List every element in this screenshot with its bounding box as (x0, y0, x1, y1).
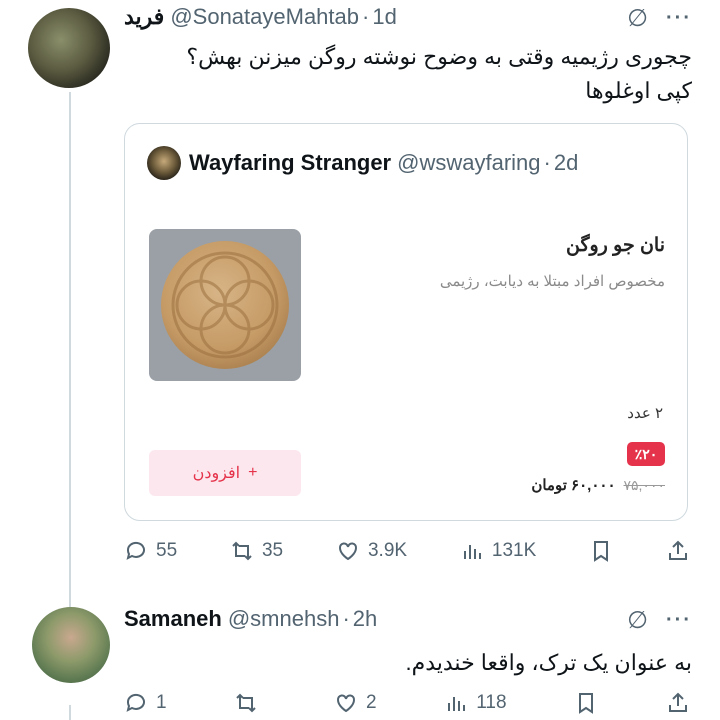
tweet-actions: 55 35 3.9K 131K (124, 536, 690, 566)
retweet-icon (232, 541, 252, 561)
timestamp[interactable]: 1d (372, 4, 396, 30)
views-count: 131K (491, 540, 537, 561)
display-name[interactable]: Samaneh (124, 606, 222, 632)
product-image (149, 229, 301, 381)
timestamp[interactable]: 2h (353, 606, 377, 632)
tweet-header: فرید @SonatayeMahtab · 1d (124, 2, 397, 32)
retweet-icon (236, 693, 256, 713)
more-options-icon[interactable]: ··· (666, 7, 692, 30)
timestamp: 2d (553, 150, 579, 175)
reply-icon (126, 693, 145, 712)
bookmark-icon (579, 693, 594, 714)
views-chart-icon (448, 697, 466, 711)
grok-icon[interactable]: ∅ (627, 4, 648, 33)
bookmark-button[interactable] (589, 539, 613, 563)
reply-button[interactable]: 55 (124, 539, 177, 563)
views-button[interactable]: 118 (444, 691, 507, 715)
heart-icon (336, 694, 355, 713)
reply-icon (126, 541, 145, 560)
heart-icon (338, 542, 357, 561)
bookmark-button[interactable] (574, 691, 598, 715)
grok-icon[interactable]: ∅ (627, 606, 648, 635)
discount-badge: ٪۲۰ (627, 442, 665, 466)
bread-picture (161, 241, 289, 369)
old-price: ۷۵,۰۰۰ (623, 476, 666, 493)
display-name[interactable]: فرید (124, 4, 164, 30)
tweet-actions: 1 2 118 (124, 688, 690, 718)
views-chart-icon (463, 545, 481, 559)
share-icon (668, 540, 687, 560)
product-description: مخصوص افراد مبتلا به دیابت، رژیمی (439, 273, 665, 290)
display-name: Wayfaring Stranger (189, 150, 392, 175)
product-title: نان جو روگن (565, 235, 665, 256)
views-button[interactable]: 131K (460, 539, 536, 563)
share-button[interactable] (666, 691, 690, 715)
add-button-label: افزودن (192, 465, 241, 482)
views-count: 118 (476, 692, 507, 713)
reply-count: 1 (156, 692, 167, 713)
quoted-tweet-header: Wayfaring Stranger @wswayfaring · 2d (147, 146, 578, 180)
reply-button[interactable]: 1 (124, 691, 167, 715)
bookmark-icon (594, 541, 609, 562)
avatar[interactable] (28, 8, 110, 88)
thread-line (69, 92, 71, 627)
bread-pattern-icon (171, 251, 279, 359)
like-count: 3.9K (367, 540, 408, 561)
product-price: ۷۵,۰۰۰ ۶۰,۰۰۰ تومان (531, 476, 666, 495)
separator-dot: · (543, 150, 551, 175)
separator-dot: · (342, 606, 350, 631)
retweet-count: 35 (261, 540, 284, 561)
tweet-text: چجوری رژیمیه وقتی به وضوح نوشته روگن میز… (132, 40, 692, 108)
avatar[interactable] (32, 607, 110, 683)
quoted-tweet-card[interactable]: Wayfaring Stranger @wswayfaring · 2d نان… (124, 123, 688, 521)
product-quantity: ۲ عدد (627, 405, 663, 422)
avatar (147, 146, 181, 180)
tweet-header-actions: ∅ ··· (627, 606, 692, 635)
retweet-button[interactable]: 35 (230, 539, 283, 563)
thread-line (69, 705, 71, 720)
tweet-header: Samaneh @smnehsh · 2h (124, 604, 377, 634)
like-button[interactable]: 3.9K (336, 539, 407, 563)
user-handle[interactable]: @smnehsh (228, 606, 340, 632)
tweet-header-actions: ∅ ··· (627, 4, 692, 33)
reply-count: 55 (156, 540, 178, 561)
plus-icon: + (248, 464, 258, 481)
share-icon (668, 692, 687, 712)
retweet-button[interactable] (234, 691, 266, 715)
tweet-text-line: چجوری رژیمیه وقتی به وضوح نوشته روگن میز… (186, 44, 692, 69)
separator-dot: · (362, 4, 370, 29)
tweet-text-line: کپی اوغلوها (585, 78, 692, 103)
like-count: 2 (365, 692, 377, 713)
like-button[interactable]: 2 (334, 691, 377, 715)
share-button[interactable] (666, 539, 690, 563)
user-handle: @wswayfaring (397, 150, 541, 175)
tweet-text: به عنوان یک ترک، واقعا خندیدم. (405, 650, 692, 675)
add-to-cart-button[interactable]: + افزودن (149, 450, 301, 496)
current-price: ۶۰,۰۰۰ تومان (531, 477, 616, 494)
more-options-icon[interactable]: ··· (666, 609, 692, 632)
user-handle[interactable]: @SonatayeMahtab (170, 4, 359, 30)
